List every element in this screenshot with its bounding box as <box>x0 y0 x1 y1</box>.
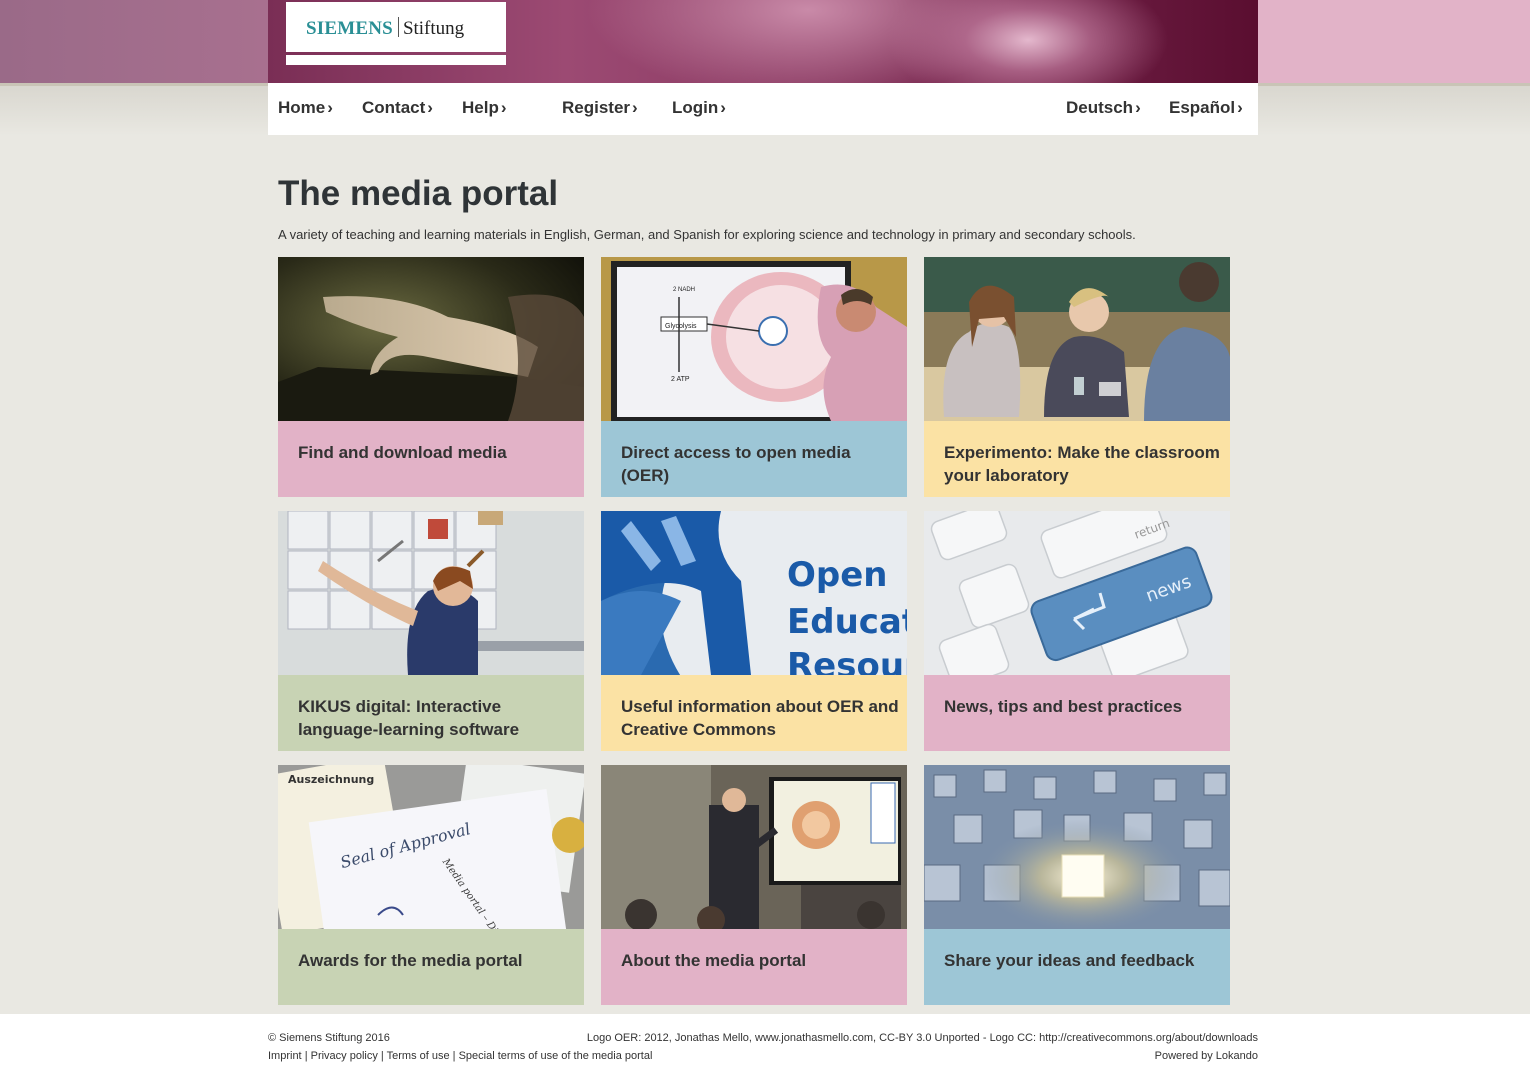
nav-home[interactable]: Home › <box>278 83 333 135</box>
diagram-label: 2 ATP <box>671 376 690 383</box>
footer-links: Imprint | Privacy policy | Terms of use … <box>268 1050 652 1062</box>
footer-link-privacy-policy[interactable]: Privacy policy <box>311 1050 378 1062</box>
footer-separator: | <box>304 1050 308 1062</box>
chevron-right-icon: › <box>1237 98 1243 117</box>
footer-link-special-terms[interactable]: Special terms of use of the media portal <box>459 1050 653 1062</box>
tile-kikus-digital[interactable]: KIKUS digital: Interactive language-lear… <box>278 511 584 751</box>
nav-contact-label: Contact <box>362 98 426 117</box>
tile-news-tips[interactable]: news return News, tips and best practice… <box>924 511 1230 751</box>
nav-login[interactable]: Login › <box>672 83 726 135</box>
tile-image-whiteboard: Glycolysis 2 ATP 2 NADH <box>601 257 907 421</box>
page-title: The media portal <box>278 174 559 213</box>
tile-caption: Find and download media <box>278 421 584 497</box>
chevron-right-icon: › <box>500 98 507 117</box>
nav-login-label: Login <box>672 98 719 117</box>
diagram-label: 2 NADH <box>673 287 695 293</box>
diagram-label: Glycolysis <box>665 323 697 330</box>
chevron-right-icon: › <box>632 98 638 117</box>
tile-open-media-oer[interactable]: Glycolysis 2 ATP 2 NADH Direct access to… <box>601 257 907 497</box>
tile-find-download-media[interactable]: Find and download media <box>278 257 584 497</box>
nav-register-label: Register <box>562 98 631 117</box>
tile-caption: Useful information about OER and Creativ… <box>601 675 907 751</box>
tile-awards[interactable]: Auszeichnung Seal of Approval Media port… <box>278 765 584 1005</box>
tile-image-classroom-presentation <box>601 765 907 929</box>
tile-oer-creative-commons[interactable]: Open Education Resources Useful informat… <box>601 511 907 751</box>
footer-credits: Logo OER: 2012, Jonathas Mello, www.jona… <box>586 1032 1258 1044</box>
chevron-right-icon: › <box>327 98 333 117</box>
oer-text: Open <box>787 555 888 595</box>
nav-register[interactable]: Register › <box>562 83 638 135</box>
nav-deutsch-label: Deutsch <box>1066 98 1134 117</box>
footer-link-terms-of-use[interactable]: Terms of use <box>387 1050 450 1062</box>
oer-text: Resources <box>787 646 907 675</box>
chevron-right-icon: › <box>1135 98 1141 117</box>
tile-image-hand-tablet <box>278 257 584 421</box>
nav-espanol-label: Español <box>1169 98 1236 117</box>
main-navigation: Home › Contact › Help › Register › Login › De… <box>268 83 1258 135</box>
footer-separator: | <box>452 1050 456 1062</box>
tile-caption: Experimento: Make the classroom your lab… <box>924 421 1230 497</box>
tile-caption: Awards for the media portal <box>278 929 584 1005</box>
page-subtitle: A variety of teaching and learning mater… <box>278 227 1136 242</box>
siemens-stiftung-logo[interactable]: SIEMENS Stiftung <box>286 2 506 52</box>
tile-caption: KIKUS digital: Interactive language-lear… <box>278 675 584 751</box>
logo-separator <box>397 17 399 37</box>
footer-link-imprint[interactable]: Imprint <box>268 1050 302 1062</box>
oer-text: Education <box>787 602 907 642</box>
footer: © Siemens Stiftung 2016 Imprint | Privac… <box>0 1014 1530 1074</box>
footer-separator: | <box>380 1050 384 1062</box>
tile-experimento[interactable]: Experimento: Make the classroom your lab… <box>924 257 1230 497</box>
tile-caption: News, tips and best practices <box>924 675 1230 751</box>
tile-caption: Direct access to open media (OER) <box>601 421 907 497</box>
tile-caption: About the media portal <box>601 929 907 1005</box>
nav-contact[interactable]: Contact › <box>362 83 433 135</box>
certificate-text: Auszeichnung <box>288 773 374 786</box>
tile-image-keyboard: news return <box>924 511 1230 675</box>
chevron-right-icon: › <box>427 98 433 117</box>
tile-image-child-smartboard <box>278 511 584 675</box>
nav-help[interactable]: Help › <box>462 83 507 135</box>
logo-underline <box>286 55 506 65</box>
nav-home-label: Home <box>278 98 326 117</box>
chevron-right-icon: › <box>720 98 726 117</box>
tile-caption: Share your ideas and feedback <box>924 929 1230 1005</box>
nav-deutsch[interactable]: Deutsch › <box>1066 83 1141 135</box>
tile-about-media-portal[interactable]: About the media portal <box>601 765 907 1005</box>
nav-espanol[interactable]: Español › <box>1169 83 1243 135</box>
tile-share-feedback[interactable]: Share your ideas and feedback <box>924 765 1230 1005</box>
nav-help-label: Help <box>462 98 499 117</box>
tile-image-students <box>924 257 1230 421</box>
footer-powered-by[interactable]: Powered by Lokando <box>1155 1050 1258 1062</box>
footer-copyright: © Siemens Stiftung 2016 <box>268 1032 390 1044</box>
logo-name: Stiftung <box>402 18 465 39</box>
tile-image-glowing-cube <box>924 765 1230 929</box>
logo-company: SIEMENS <box>306 18 393 39</box>
tile-image-oer-logo: Open Education Resources <box>601 511 907 675</box>
tile-image-certificates: Auszeichnung Seal of Approval Media port… <box>278 765 584 929</box>
